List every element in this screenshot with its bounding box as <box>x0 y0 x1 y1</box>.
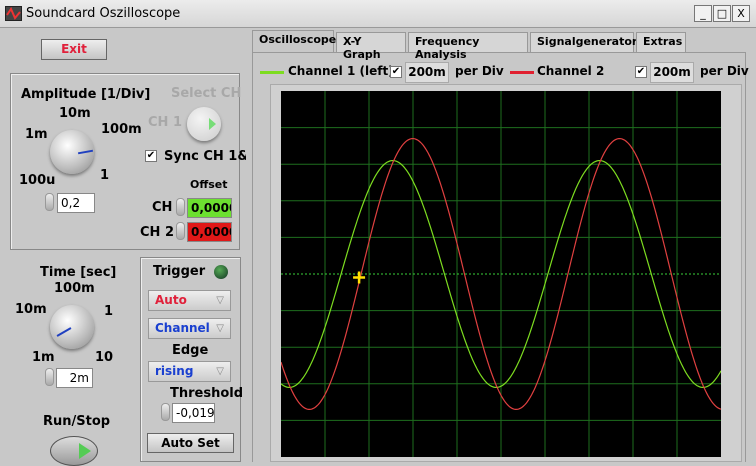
time-title: Time [sec] <box>40 265 117 280</box>
amp-tick: 1 <box>100 168 110 183</box>
sync-label: Sync CH 1&2 <box>164 149 246 164</box>
ch2-per-div: per Div <box>700 64 749 78</box>
exit-button[interactable]: Exit <box>41 39 107 60</box>
trigger-title: Trigger <box>153 264 206 279</box>
offset-ch1-value[interactable]: 0,0000 <box>187 198 232 218</box>
app-icon <box>5 6 22 21</box>
chevron-down-icon: ▽ <box>216 366 224 377</box>
chevron-down-icon: ▽ <box>216 295 224 306</box>
chevron-down-icon: ▽ <box>216 323 224 334</box>
trigger-mode-dropdown[interactable]: Auto ▽ <box>148 290 231 311</box>
ch1-enable-checkbox[interactable]: ✔ <box>390 66 402 78</box>
amplitude-knob[interactable] <box>50 130 94 174</box>
run-stop-label: Run/Stop <box>43 414 111 429</box>
offset-ch2-spinner[interactable] <box>176 222 185 240</box>
window-title: Soundcard Oszilloscope <box>26 6 181 21</box>
offset-ch1-label: CH <box>152 200 173 215</box>
time-tick: 10m <box>15 302 47 317</box>
close-button[interactable]: X <box>732 5 750 22</box>
auto-set-button[interactable]: Auto Set <box>147 433 234 453</box>
offset-ch1-spinner[interactable] <box>176 198 185 216</box>
amp-tick: 100m <box>101 122 142 137</box>
ch2-legend-label: Channel 2 <box>537 64 605 78</box>
title-bar: Soundcard Oszilloscope _ □ X <box>0 0 756 28</box>
threshold-spinner[interactable] <box>161 403 170 421</box>
amplitude-spinner[interactable] <box>45 193 54 211</box>
trigger-panel <box>140 257 241 462</box>
trigger-edge-dropdown[interactable]: rising ▽ <box>148 361 231 382</box>
tab-frequency-analysis[interactable]: Frequency Analysis <box>408 32 528 61</box>
amp-tick: 1m <box>25 127 48 142</box>
amp-tick: 10m <box>59 106 91 121</box>
tab-xy-graph[interactable]: X-Y Graph <box>336 32 406 61</box>
sync-checkbox[interactable]: ✔ <box>145 150 157 162</box>
trigger-led <box>214 265 228 279</box>
ch2-scale-field[interactable]: 200m <box>650 62 694 83</box>
ch2-legend-swatch <box>510 71 534 74</box>
trigger-source-value: Channel <box>155 321 210 335</box>
tab-extras[interactable]: Extras <box>636 32 686 52</box>
time-value[interactable]: 2m <box>56 368 93 388</box>
minimize-button[interactable]: _ <box>694 5 712 22</box>
amplitude-value[interactable]: 0,2 <box>57 193 95 213</box>
time-tick: 10 <box>95 350 114 365</box>
ch1-legend-label: Channel 1 (left) <box>288 64 394 78</box>
amplitude-title: Amplitude [1/Div] <box>21 87 151 102</box>
time-knob[interactable] <box>50 305 94 349</box>
time-tick: 100m <box>54 281 95 296</box>
trigger-source-dropdown[interactable]: Channel ▽ <box>148 318 231 339</box>
time-tick: 1 <box>104 304 114 319</box>
ch1-scale-field[interactable]: 200m <box>405 62 449 83</box>
ch1-per-div: per Div <box>455 64 504 78</box>
oscilloscope-plot[interactable] <box>281 91 721 457</box>
offset-ch2-value[interactable]: 0,0000 <box>187 222 232 242</box>
trigger-edge-value: rising <box>155 364 194 378</box>
ch2-enable-checkbox[interactable]: ✔ <box>635 66 647 78</box>
edge-label: Edge <box>172 343 209 358</box>
time-spinner[interactable] <box>45 368 54 386</box>
maximize-button[interactable]: □ <box>713 5 731 22</box>
offset-ch2-label: CH 2 <box>140 225 174 240</box>
select-ch-label: Select CH <box>171 86 242 101</box>
offset-title: Offset <box>190 178 228 191</box>
threshold-label: Threshold <box>170 386 244 401</box>
ch1-legend-swatch <box>260 71 284 74</box>
select-ch-value: CH 1 <box>148 115 182 130</box>
tab-signalgenerator[interactable]: Signalgenerator <box>530 32 637 52</box>
amp-tick: 100u <box>19 173 56 188</box>
play-icon <box>79 443 91 459</box>
threshold-value[interactable]: -0,019 <box>172 403 215 423</box>
tab-oscilloscope[interactable]: Oscilloscope <box>252 30 336 52</box>
trigger-mode-value: Auto <box>155 293 187 307</box>
time-tick: 1m <box>32 350 55 365</box>
select-ch-toggle[interactable] <box>187 107 221 141</box>
